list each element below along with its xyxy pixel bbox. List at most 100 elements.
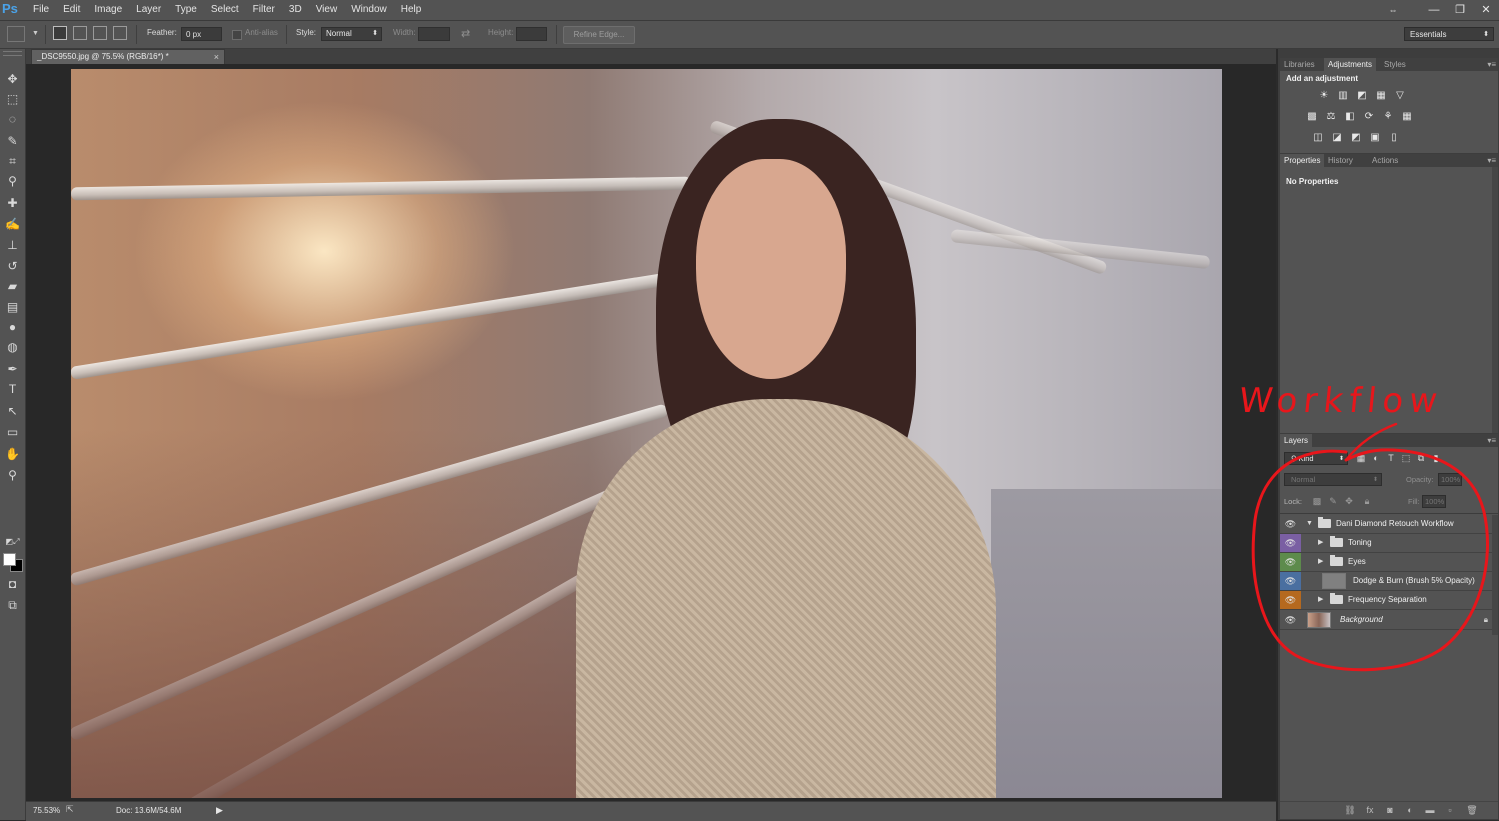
shape-filter-icon[interactable]: ⬚ bbox=[1401, 453, 1411, 463]
lock-all-icon[interactable]: 🔒︎ bbox=[1362, 496, 1372, 506]
adjustment-2-0-icon[interactable]: ◫ bbox=[1312, 132, 1324, 143]
export-icon[interactable]: ⇱ bbox=[66, 804, 74, 815]
tab-adjustments[interactable]: Adjustments bbox=[1324, 58, 1377, 71]
menu-window[interactable]: Window bbox=[344, 0, 394, 20]
adjustment-2-4-icon[interactable]: ▯ bbox=[1388, 132, 1400, 143]
arrange-arrows-icon[interactable]: ⇔ bbox=[1385, 0, 1401, 20]
adjustment-2-2-icon[interactable]: ◩ bbox=[1350, 132, 1362, 143]
visibility-eye-icon[interactable]: 👁︎ bbox=[1280, 553, 1301, 571]
adjustment-2-3-icon[interactable]: ▣ bbox=[1369, 132, 1381, 143]
healing-brush-tool-icon[interactable]: ✚ bbox=[3, 195, 22, 212]
tab-properties[interactable]: Properties bbox=[1280, 154, 1325, 167]
close-tab-icon[interactable]: × bbox=[214, 50, 219, 64]
quick-selection-tool-icon[interactable]: ✎ bbox=[3, 133, 22, 150]
document-image[interactable] bbox=[71, 69, 1222, 798]
expand-right-icon[interactable]: ▶ bbox=[1318, 553, 1323, 571]
adjustment-2-1-icon[interactable]: ◪ bbox=[1331, 132, 1343, 143]
antialias-checkbox[interactable] bbox=[232, 30, 242, 40]
marquee-tool-icon[interactable]: ⬚ bbox=[3, 91, 22, 108]
default-colors-icon[interactable]: ◩⤢ bbox=[3, 533, 22, 550]
menu-image[interactable]: Image bbox=[87, 0, 129, 20]
new-group-icon[interactable]: ▬ bbox=[1424, 805, 1436, 816]
adjustment-filter-icon[interactable]: ◐ bbox=[1371, 453, 1381, 463]
adjustment-0-1-icon[interactable]: ▥ bbox=[1337, 90, 1349, 101]
expand-right-icon[interactable]: ▶ bbox=[1318, 534, 1323, 552]
filter-toggle-icon[interactable]: ▮ bbox=[1431, 453, 1441, 463]
smart-object-filter-icon[interactable]: ⧉ bbox=[1416, 453, 1426, 463]
intersect-selection-button[interactable] bbox=[113, 26, 127, 40]
pen-tool-icon[interactable]: ✒ bbox=[3, 361, 22, 378]
blend-mode-select[interactable]: Normal ⬍ bbox=[1284, 473, 1382, 486]
panel-menu-icon[interactable]: ▾≡ bbox=[1487, 58, 1496, 71]
close-button[interactable]: ✕ bbox=[1473, 0, 1499, 20]
chevron-down-icon[interactable]: ▼ bbox=[32, 30, 39, 37]
path-selection-tool-icon[interactable]: ↖ bbox=[3, 403, 22, 420]
add-to-selection-button[interactable] bbox=[73, 26, 87, 40]
adjustment-0-0-icon[interactable]: ☀ bbox=[1318, 90, 1330, 101]
menu-filter[interactable]: Filter bbox=[246, 0, 282, 20]
eyedropper-tool-icon[interactable]: ⚲ bbox=[3, 173, 22, 190]
layer-row[interactable]: 👁︎ ▶ Eyes bbox=[1280, 553, 1498, 572]
panel-menu-icon[interactable]: ▾≡ bbox=[1487, 154, 1496, 167]
delete-layer-icon[interactable]: 🗑︎ bbox=[1466, 805, 1478, 816]
width-input[interactable] bbox=[418, 27, 450, 41]
menu-layer[interactable]: Layer bbox=[129, 0, 168, 20]
adjustment-1-1-icon[interactable]: ⚖ bbox=[1325, 111, 1337, 122]
expand-down-icon[interactable]: ▼ bbox=[1306, 515, 1313, 533]
eraser-tool-icon[interactable]: ▰ bbox=[3, 278, 22, 295]
visibility-eye-icon[interactable]: 👁︎ bbox=[1280, 572, 1301, 590]
tab-history[interactable]: History bbox=[1324, 154, 1357, 167]
adjustment-1-2-icon[interactable]: ◧ bbox=[1344, 111, 1356, 122]
subtract-from-selection-button[interactable] bbox=[93, 26, 107, 40]
type-filter-icon[interactable]: T bbox=[1386, 453, 1396, 463]
type-tool-icon[interactable]: T bbox=[3, 381, 22, 398]
layer-row[interactable]: 👁︎ 🔒︎ Background bbox=[1280, 611, 1498, 630]
layer-style-icon[interactable]: fx bbox=[1364, 805, 1376, 816]
workspace-select[interactable]: Essentials ⬍ bbox=[1404, 27, 1494, 41]
adjustment-0-2-icon[interactable]: ◩ bbox=[1356, 90, 1368, 101]
swap-width-height-icon[interactable]: ⇄ bbox=[461, 27, 470, 40]
blur-tool-icon[interactable]: ● bbox=[3, 319, 22, 336]
minimize-button[interactable]: — bbox=[1421, 0, 1447, 20]
lock-position-icon[interactable]: ✥ bbox=[1344, 496, 1354, 506]
quick-mask-icon[interactable]: ◘ bbox=[3, 576, 22, 593]
menu-select[interactable]: Select bbox=[204, 0, 246, 20]
height-input[interactable] bbox=[516, 27, 547, 41]
visibility-eye-icon[interactable]: 👁︎ bbox=[1280, 611, 1301, 629]
canvas-area[interactable] bbox=[26, 64, 1276, 801]
history-brush-tool-icon[interactable]: ↺ bbox=[3, 258, 22, 275]
lock-pixels-icon[interactable]: ✎ bbox=[1328, 496, 1338, 506]
adjustment-1-5-icon[interactable]: ▦ bbox=[1401, 111, 1413, 122]
menu-help[interactable]: Help bbox=[394, 0, 429, 20]
hand-tool-icon[interactable]: ✋ bbox=[3, 446, 22, 463]
lasso-tool-icon[interactable]: ◌ bbox=[3, 111, 22, 128]
menu-view[interactable]: View bbox=[309, 0, 345, 20]
panel-menu-icon[interactable]: ▾≡ bbox=[1487, 434, 1496, 447]
layer-row[interactable]: 👁︎ ▶ Toning bbox=[1280, 534, 1498, 553]
adjustment-0-3-icon[interactable]: ▦ bbox=[1375, 90, 1387, 101]
fill-input[interactable]: 100% bbox=[1422, 495, 1446, 508]
adjustment-1-3-icon[interactable]: ⟳ bbox=[1363, 111, 1375, 122]
lock-transparent-icon[interactable]: ▩ bbox=[1312, 496, 1322, 506]
new-layer-icon[interactable]: ▫ bbox=[1444, 805, 1456, 816]
layer-row[interactable]: 👁︎ Dodge & Burn (Brush 5% Opacity) bbox=[1280, 572, 1498, 591]
adjustment-1-0-icon[interactable]: ▩ bbox=[1306, 111, 1318, 122]
restore-button[interactable]: ❐ bbox=[1447, 0, 1473, 20]
visibility-eye-icon[interactable]: 👁︎ bbox=[1280, 591, 1301, 609]
menu-type[interactable]: Type bbox=[168, 0, 204, 20]
layer-row[interactable]: 👁︎ ▼ Dani Diamond Retouch Workflow bbox=[1280, 515, 1498, 534]
tab-actions[interactable]: Actions bbox=[1368, 154, 1402, 167]
move-tool-icon[interactable]: ✥ bbox=[3, 71, 22, 88]
properties-scrollbar[interactable] bbox=[1492, 167, 1498, 433]
menu-edit[interactable]: Edit bbox=[56, 0, 87, 20]
screen-mode-icon[interactable]: ⧉ bbox=[3, 597, 22, 614]
clone-stamp-tool-icon[interactable]: ⊥ bbox=[3, 237, 22, 254]
zoom-tool-icon[interactable]: ⚲ bbox=[3, 467, 22, 484]
crop-tool-icon[interactable]: ⌗ bbox=[3, 153, 22, 170]
layer-filter-kind[interactable]: ⚲ Kind ⬍ bbox=[1284, 452, 1348, 465]
color-swatches[interactable] bbox=[3, 549, 23, 572]
tab-layers[interactable]: Layers bbox=[1280, 434, 1313, 447]
brush-tool-icon[interactable]: ✍ bbox=[3, 216, 22, 233]
tool-preset-picker[interactable] bbox=[7, 26, 25, 42]
refine-edge-button[interactable]: Refine Edge... bbox=[563, 26, 635, 44]
